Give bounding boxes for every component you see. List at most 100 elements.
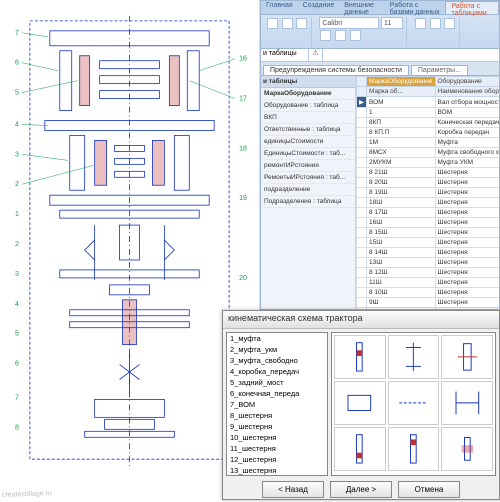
thumb-2[interactable] [388,335,440,379]
table-row[interactable]: ▶ВОМВал отбора мощности"Агродетальимпорт… [357,97,500,108]
col-header[interactable] [357,77,367,87]
italic-button[interactable] [335,30,346,41]
nav-item[interactable]: единицыСтоимости [261,136,355,148]
datasheet-grid[interactable]: МаркаОборудованиеОборудованиеОтветственн… [356,76,500,310]
table-row[interactable]: 8 КП.ПКоробка передач [357,128,500,138]
access-window: Главная Создание Внешние данные Работа с… [260,0,500,310]
thumb-9[interactable] [441,427,493,471]
list-item[interactable]: 5_задний_мост [227,377,327,388]
ribbon-tab-create[interactable]: Создание [298,1,340,14]
list-item[interactable]: 9_шестерня [227,421,327,432]
nav-item[interactable]: ремонтИРстояния [261,160,355,172]
ribbon-tab-tabletools[interactable]: Работа с таблицами [445,1,499,14]
ribbon-group-clipboard [263,17,312,47]
list-item[interactable]: 3_муфта_свободно [227,355,327,366]
underline-button[interactable] [350,30,361,41]
bold-button[interactable] [320,30,331,41]
table-row[interactable]: 8МСХМуфта свободного ходаООО "ТД Спецшин… [357,148,500,158]
sheet-tab-warning[interactable]: Предупреждения системы безопасности [263,65,409,75]
nav-item[interactable]: МаркаОборудование [261,88,355,100]
nav-header: и таблицы [261,76,355,88]
ribbon-tab-home[interactable]: Главная [261,1,298,14]
table-row[interactable]: 8 14ШШестерняТД "Южноуральский [357,248,500,258]
cut-button[interactable] [282,18,293,29]
kinematic-diagram: 765 432 123 456 78 161718 1920 [0,0,259,500]
table-row[interactable]: 8 21ШШестерняТД "Южноуральский [357,168,500,178]
svg-text:2: 2 [15,181,19,188]
table-row[interactable]: 8 17ШШестерняТД "Южноуральский [357,208,500,218]
ribbon-group-records [411,17,460,47]
svg-text:7: 7 [15,394,19,401]
table-row[interactable]: 13ШШестерняТД "Южноуральский [357,258,500,268]
list-item[interactable]: 4_коробка_передач [227,366,327,377]
table-row[interactable]: 9ШШестерняТД "Южноуральский [357,298,500,308]
svg-text:19: 19 [239,195,247,202]
back-button[interactable]: < Назад [262,481,324,498]
list-item[interactable]: 7_ВОМ [227,399,327,410]
nav-item[interactable]: РемонтыИРстояния : таб... [261,172,355,184]
thumb-4[interactable] [334,381,386,425]
thumb-3[interactable] [441,335,493,379]
nav-item[interactable]: ВКП [261,112,355,124]
nav-item[interactable]: Ответственные : таблица [261,124,355,136]
thumb-1[interactable] [334,335,386,379]
ribbon-tabs: Главная Создание Внешние данные Работа с… [261,1,499,15]
ribbon-tab-db[interactable]: Работа с базами данных [385,1,446,14]
table-row[interactable]: 11ШШестерняТД "Южноуральский [357,278,500,288]
thumb-7[interactable] [334,427,386,471]
ribbon: Главная Создание Внешние данные Работа с… [261,1,499,49]
svg-text:20: 20 [239,275,247,282]
refresh-button[interactable] [415,18,426,29]
list-item[interactable]: 8_шестерня [227,410,327,421]
cancel-button[interactable]: Отмена [398,481,460,498]
table-row[interactable]: 1ММуфтаООО "ТД Спецшинен [357,138,500,148]
svg-text:18: 18 [239,145,247,152]
nav-item[interactable]: Оборудование : таблица [261,100,355,112]
next-button[interactable]: Далее > [330,481,392,498]
table-row[interactable]: 8 19ШШестерняТД "Южноуральский [357,188,500,198]
col-header[interactable]: МаркаОборудование [367,77,436,87]
paste-button[interactable] [267,18,278,29]
col-subheader[interactable]: Марка об... [367,87,436,97]
list-item[interactable]: 12_шестерня [227,454,327,465]
list-item[interactable]: 13_шестерня [227,465,327,476]
table-row[interactable]: 15ШШестерняТД "Южноуральский [357,238,500,248]
document-tabs: Предупреждения системы безопасности Пара… [261,62,499,76]
col-header[interactable]: Оборудование [435,77,500,87]
table-row[interactable]: 18ШШестерняТД "Южноуральский [357,198,500,208]
svg-text:7: 7 [15,30,19,37]
list-item[interactable]: 6_конечная_переда [227,388,327,399]
thumb-6[interactable] [441,381,493,425]
table-row[interactable]: 1ВОМ"Агродетальимпорт Л [357,108,500,118]
list-item[interactable]: 11_шестерня [227,443,327,454]
svg-text:8: 8 [15,424,19,431]
font-size-select[interactable]: 11 [381,17,403,29]
table-row[interactable]: 16ШШестерняТД "Южноуральский [357,218,500,228]
dialog-title: кинематическая схема трактора [223,311,499,329]
table-row[interactable]: 8 15ШШестерняТД "Южноуральский [357,228,500,238]
nav-item[interactable]: ЕдиницыСтоимости : таб... [261,148,355,160]
copy-button[interactable] [296,18,307,29]
font-name-select[interactable]: Calibri [319,17,379,29]
list-item[interactable]: 2_муфта_укм [227,344,327,355]
thumb-8[interactable] [388,427,440,471]
table-row[interactable]: 8 20ШШестерняТД "Южноуральский [357,178,500,188]
new-button[interactable] [430,18,441,29]
ribbon-tab-external[interactable]: Внешние данные [339,1,385,14]
sheet-tab-params[interactable]: Параметры... [411,65,468,75]
nav-item[interactable]: подразделение [261,184,355,196]
table-row[interactable]: 2МУКММуфта УКМООО "ТД Спецшинен [357,158,500,168]
table-row[interactable]: 8КПКоническая передача"Агродетальимпорт … [357,118,500,128]
col-subheader[interactable] [357,87,367,97]
svg-text:17: 17 [239,96,247,103]
list-item[interactable]: 1_муфта [227,333,327,344]
save-button[interactable] [444,18,455,29]
list-item[interactable]: 10_шестерня [227,432,327,443]
table-row[interactable]: 8 10ШШестерняТД "Южноуральский [357,288,500,298]
table-row[interactable]: 8 12ШШестерняТД "Южноуральский [357,268,500,278]
col-subheader[interactable]: Наименование оборудования [435,87,500,97]
name-box[interactable]: и таблицы [261,49,309,61]
block-list[interactable]: 1_муфта2_муфта_укм3_муфта_свободно4_коро… [226,332,328,476]
thumb-5[interactable] [388,381,440,425]
nav-item[interactable]: Подразделения : таблица [261,196,355,208]
